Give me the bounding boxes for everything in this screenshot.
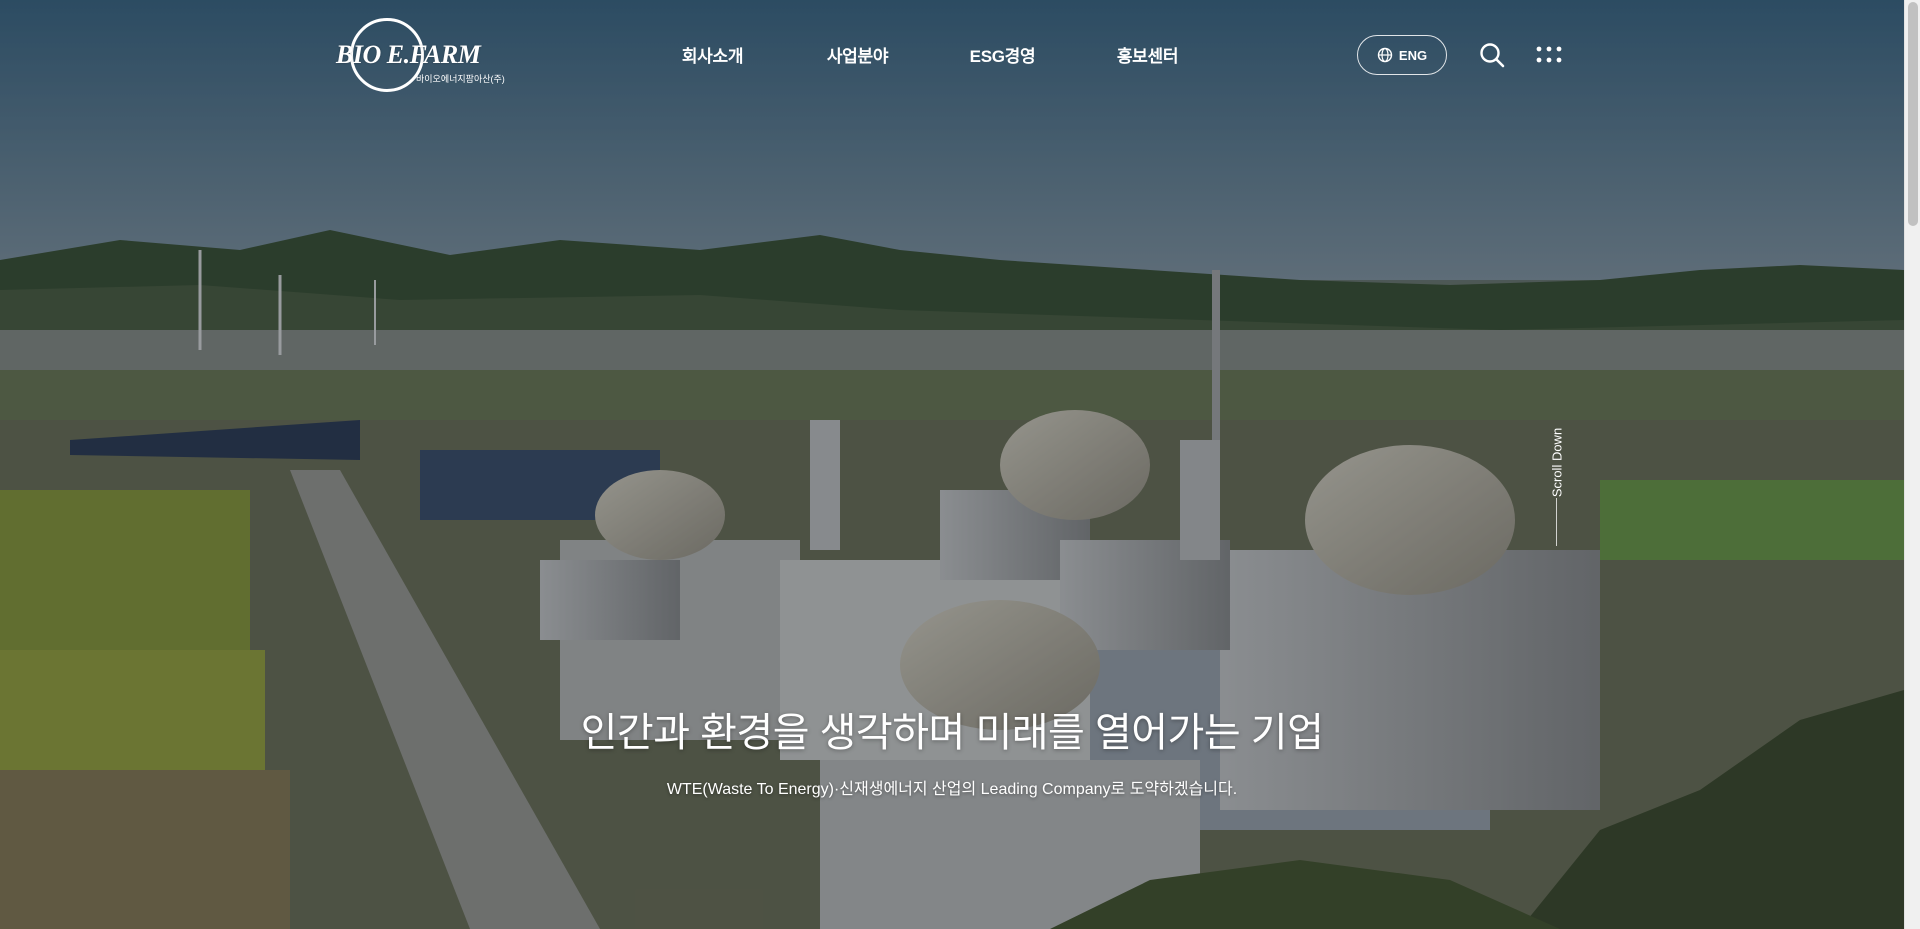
logo-wordmark: BIO E.FARM	[336, 40, 481, 69]
hero-subline: WTE(Waste To Energy)·신재생에너지 산업의 Leading …	[666, 781, 1238, 798]
search-icon	[1480, 43, 1505, 68]
search-button[interactable]	[1478, 41, 1506, 69]
scroll-down-indicator[interactable]: Scroll Down	[1545, 410, 1569, 550]
globe-icon	[1377, 47, 1393, 63]
site-logo[interactable]: BIO E.FARM 바이오에너지팜아산(주)	[336, 18, 506, 92]
nav-item-pr-center[interactable]: 홍보센터	[1075, 42, 1220, 67]
scroll-down-label: Scroll Down	[1549, 427, 1565, 498]
page-scrollbar[interactable]	[1904, 0, 1920, 929]
site-header: BIO E.FARM 바이오에너지팜아산(주) 회사소개 사업분야 ESG경영 …	[0, 0, 1904, 110]
nav-item-esg[interactable]: ESG경영	[930, 42, 1075, 67]
language-label: ENG	[1398, 47, 1428, 63]
main-nav: 회사소개 사업분야 ESG경영 홍보센터	[640, 42, 1220, 67]
logo-subtitle: 바이오에너지팜아산(주)	[416, 74, 505, 84]
all-menu-button[interactable]	[1536, 45, 1562, 65]
hero-headline: 인간과 환경을 생각하며 미래를 열어가는 기업	[580, 711, 1324, 755]
language-button[interactable]: ENG	[1357, 35, 1447, 75]
scroll-down-line	[1556, 498, 1557, 546]
grid-menu-icon	[1536, 46, 1562, 63]
nav-item-business[interactable]: 사업분야	[785, 42, 930, 67]
nav-item-company[interactable]: 회사소개	[640, 42, 785, 67]
scrollbar-thumb[interactable]	[1908, 2, 1918, 226]
